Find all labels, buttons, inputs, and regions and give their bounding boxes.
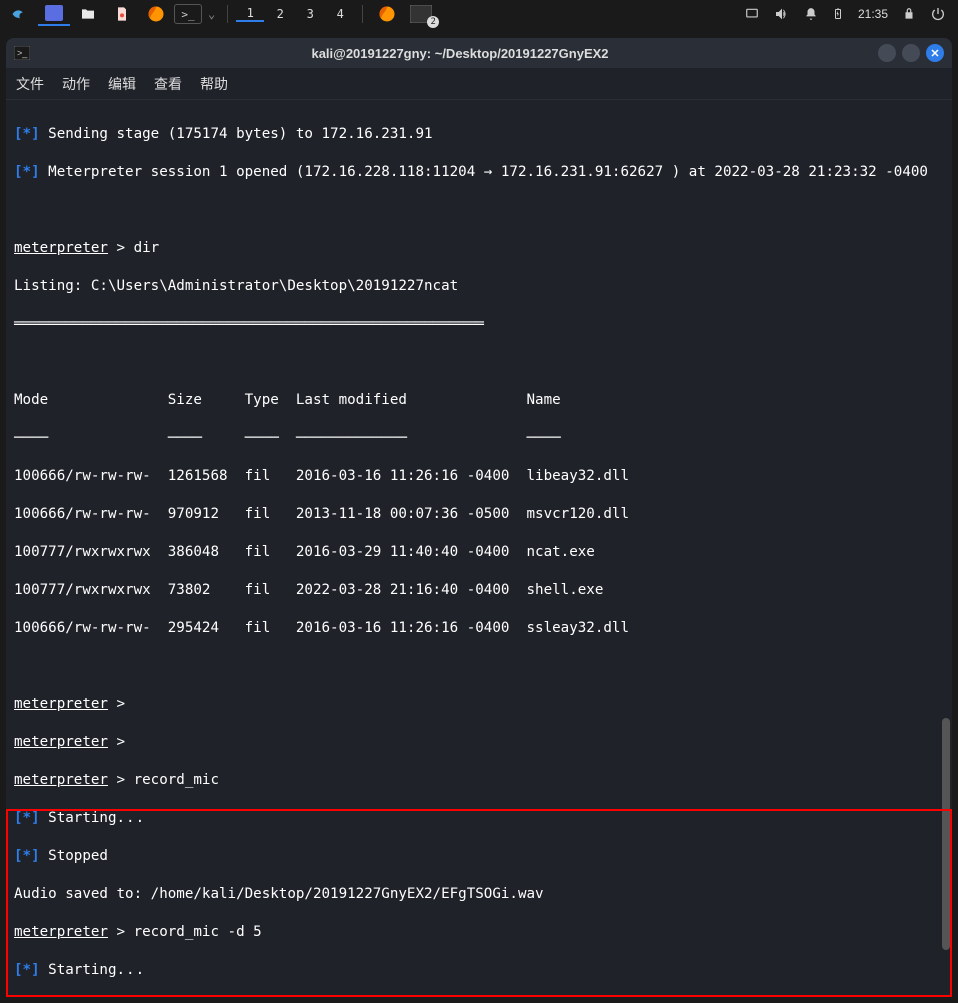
kali-menu-icon[interactable] [4, 2, 36, 26]
firefox-icon[interactable] [140, 2, 172, 26]
terminal-task-icon[interactable]: 2 [405, 2, 437, 26]
terminal-line: Audio saved to: /home/kali/Desktop/20191… [14, 885, 944, 904]
volume-icon[interactable] [774, 6, 790, 22]
app-icon-1[interactable] [38, 2, 70, 26]
table-row: 100777/rwxrwxrwx 386048 fil 2016-03-29 1… [14, 543, 944, 562]
minimize-button[interactable] [878, 44, 896, 62]
terminal-line: ──── ──── ──── ───────────── ──── [14, 429, 944, 448]
taskbar: >_ ⌄ 1 2 3 4 2 21:35 [0, 0, 958, 28]
terminal-launcher-icon[interactable]: >_ [174, 4, 202, 24]
terminal-line: ════════════════════════════════════════… [14, 315, 944, 334]
separator [227, 5, 228, 23]
files-icon[interactable] [72, 2, 104, 26]
svg-text:>_: >_ [17, 48, 28, 58]
taskbar-left: >_ ⌄ 1 2 3 4 2 [4, 2, 744, 26]
workspace-3[interactable]: 3 [296, 7, 324, 21]
window-title: kali@20191227gny: ~/Desktop/20191227GnyE… [42, 46, 878, 61]
scrollbar[interactable] [942, 138, 950, 967]
badge-count: 2 [427, 16, 439, 28]
menu-actions[interactable]: 动作 [62, 74, 90, 94]
table-row: 100666/rw-rw-rw- 970912 fil 2013-11-18 0… [14, 505, 944, 524]
terminal-line: meterpreter > dir [14, 239, 944, 258]
menu-help[interactable]: 帮助 [200, 74, 228, 94]
terminal-line: meterpreter > [14, 733, 944, 752]
terminal-line: meterpreter > record_mic -d 5 [14, 923, 944, 942]
terminal-line: [*] Meterpreter session 1 opened (172.16… [14, 163, 944, 182]
taskbar-right: 21:35 [744, 5, 954, 23]
power-icon[interactable] [930, 6, 946, 22]
battery-icon[interactable] [832, 5, 844, 23]
notifications-icon[interactable] [804, 6, 818, 22]
terminal-line [14, 201, 944, 220]
window-controls: ✕ [878, 44, 944, 62]
terminal-content[interactable]: [*] Sending stage (175174 bytes) to 172.… [6, 100, 952, 997]
terminal-line [14, 353, 944, 372]
terminal-line: [*] Starting [14, 809, 944, 828]
table-row: 100666/rw-rw-rw- 1261568 fil 2016-03-16 … [14, 467, 944, 486]
terminal-line: meterpreter > record_mic [14, 771, 944, 790]
terminal-line: [*] Sending stage (175174 bytes) to 172.… [14, 125, 944, 144]
menu-edit[interactable]: 编辑 [108, 74, 136, 94]
clock[interactable]: 21:35 [858, 7, 888, 21]
terminal-window: >_ kali@20191227gny: ~/Desktop/20191227G… [6, 38, 952, 997]
menu-file[interactable]: 文件 [16, 74, 44, 94]
close-button[interactable]: ✕ [926, 44, 944, 62]
maximize-button[interactable] [902, 44, 920, 62]
terminal-line: Mode Size Type Last modified Name [14, 391, 944, 410]
terminal-line: [*] Starting [14, 961, 944, 980]
text-editor-icon[interactable] [106, 2, 138, 26]
workspace-4[interactable]: 4 [326, 7, 354, 21]
lock-icon[interactable] [902, 6, 916, 22]
menubar: 文件 动作 编辑 查看 帮助 [6, 68, 952, 100]
terminal-line: [*] Stopped [14, 847, 944, 866]
table-row: 100777/rwxrwxrwx 73802 fil 2022-03-28 21… [14, 581, 944, 600]
workspace-2[interactable]: 2 [266, 7, 294, 21]
dropdown-arrow-icon[interactable]: ⌄ [208, 7, 215, 21]
titlebar[interactable]: >_ kali@20191227gny: ~/Desktop/20191227G… [6, 38, 952, 68]
terminal-line [14, 657, 944, 676]
scrollbar-thumb[interactable] [942, 718, 950, 950]
menu-view[interactable]: 查看 [154, 74, 182, 94]
terminal-titlebar-icon: >_ [14, 46, 34, 60]
table-row: 100666/rw-rw-rw- 295424 fil 2016-03-16 1… [14, 619, 944, 638]
separator [362, 5, 363, 23]
workspace-1[interactable]: 1 [236, 6, 264, 22]
terminal-line: Listing: C:\Users\Administrator\Desktop\… [14, 277, 944, 296]
terminal-line: meterpreter > [14, 695, 944, 714]
firefox-task-icon[interactable] [371, 2, 403, 26]
tray-monitor-icon[interactable] [744, 7, 760, 21]
